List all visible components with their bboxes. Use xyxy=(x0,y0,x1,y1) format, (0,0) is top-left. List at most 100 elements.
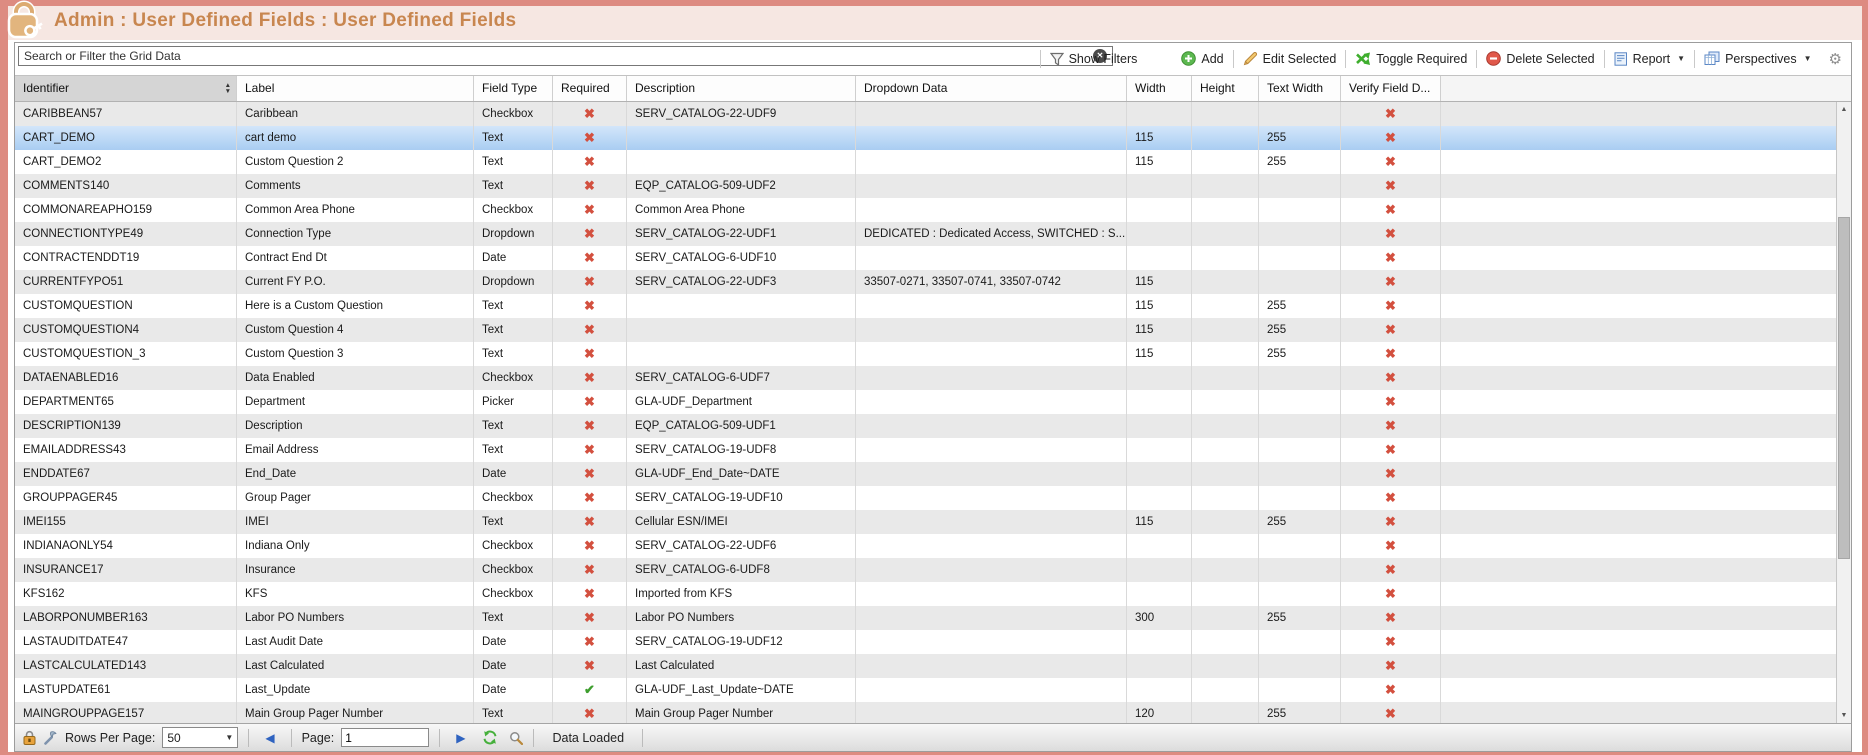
table-row[interactable]: KFS162KFSCheckbox✖Imported from KFS✖ xyxy=(15,582,1836,606)
cell-dropdown-data xyxy=(856,318,1127,342)
table-row[interactable]: MAINGROUPPAGE157Main Group Pager NumberT… xyxy=(15,702,1836,723)
cell-field-type: Checkbox xyxy=(474,366,553,390)
lock-icon[interactable] xyxy=(23,730,36,745)
cell-filler xyxy=(1441,294,1836,318)
refresh-icon[interactable] xyxy=(482,730,498,745)
vertical-scrollbar[interactable]: ▲ ▼ xyxy=(1836,102,1851,723)
cell-label: Email Address xyxy=(237,438,474,462)
cell-filler xyxy=(1441,582,1836,606)
search-input[interactable] xyxy=(18,46,1113,66)
scroll-down-icon[interactable]: ▼ xyxy=(1837,708,1851,723)
cell-required: ✖ xyxy=(553,510,627,534)
cell-width xyxy=(1127,654,1192,678)
x-icon: ✖ xyxy=(1385,298,1396,313)
cell-description: SERV_CATALOG-19-UDF10 xyxy=(627,486,856,510)
add-button[interactable]: Add xyxy=(1172,48,1232,70)
table-row[interactable]: INSURANCE17InsuranceCheckbox✖SERV_CATALO… xyxy=(15,558,1836,582)
toggle-required-button[interactable]: Toggle Required xyxy=(1346,48,1476,70)
scroll-up-icon[interactable]: ▲ xyxy=(1837,102,1851,117)
page-number-input[interactable] xyxy=(341,728,429,747)
delete-selected-button[interactable]: Delete Selected xyxy=(1477,48,1603,70)
table-row[interactable]: CARIBBEAN57CaribbeanCheckbox✖SERV_CATALO… xyxy=(15,102,1836,126)
column-header-label[interactable]: Label xyxy=(237,76,474,101)
table-row[interactable]: COMMONAREAPHO159Common Area PhoneCheckbo… xyxy=(15,198,1836,222)
column-header-identifier[interactable]: Identifier ▲▼ xyxy=(15,76,237,101)
cell-description: SERV_CATALOG-19-UDF12 xyxy=(627,630,856,654)
cell-identifier: CUSTOMQUESTION_3 xyxy=(15,342,237,366)
column-header-required[interactable]: Required xyxy=(553,76,627,101)
column-header-field-type[interactable]: Field Type xyxy=(474,76,553,101)
table-row[interactable]: CUSTOMQUESTION4Custom Question 4Text✖115… xyxy=(15,318,1836,342)
column-header-dropdown-data[interactable]: Dropdown Data xyxy=(856,76,1127,101)
table-row[interactable]: CUSTOMQUESTIONHere is a Custom QuestionT… xyxy=(15,294,1836,318)
frame-right xyxy=(1862,0,1868,755)
table-row[interactable]: CONTRACTENDDT19Contract End DtDate✖SERV_… xyxy=(15,246,1836,270)
column-header-height[interactable]: Height xyxy=(1192,76,1259,101)
table-row[interactable]: CART_DEMO2Custom Question 2Text✖115255✖ xyxy=(15,150,1836,174)
magnifier-icon[interactable] xyxy=(509,731,523,745)
table-row[interactable]: INDIANAONLY54Indiana OnlyCheckbox✖SERV_C… xyxy=(15,534,1836,558)
report-button[interactable]: Report ▼ xyxy=(1605,48,1694,70)
cell-height xyxy=(1192,198,1259,222)
column-header-width[interactable]: Width xyxy=(1127,76,1192,101)
wrench-icon[interactable] xyxy=(43,730,58,745)
cell-text-width xyxy=(1259,654,1341,678)
show-filters-label: Show Filters xyxy=(1069,52,1138,66)
perspectives-button[interactable]: Perspectives ▼ xyxy=(1695,48,1820,70)
table-row[interactable]: LABORPONUMBER163Labor PO NumbersText✖Lab… xyxy=(15,606,1836,630)
x-icon: ✖ xyxy=(584,154,595,169)
table-row[interactable]: EMAILADDRESS43Email AddressText✖SERV_CAT… xyxy=(15,438,1836,462)
table-row[interactable]: DATAENABLED16Data EnabledCheckbox✖SERV_C… xyxy=(15,366,1836,390)
table-row[interactable]: CART_DEMOcart demoText✖115255✖ xyxy=(15,126,1836,150)
cell-filler xyxy=(1441,462,1836,486)
scrollbar-thumb[interactable] xyxy=(1838,217,1850,559)
cell-height xyxy=(1192,582,1259,606)
table-row[interactable]: DEPARTMENT65DepartmentPicker✖GLA-UDF_Dep… xyxy=(15,390,1836,414)
rows-per-page-select[interactable]: 50 ▼ xyxy=(162,727,238,748)
column-header-description[interactable]: Description xyxy=(627,76,856,101)
settings-gear-icon[interactable]: ⚙ xyxy=(1829,50,1842,68)
cell-field-type: Date xyxy=(474,630,553,654)
previous-page-icon[interactable]: ◀ xyxy=(259,731,280,745)
table-row[interactable]: IMEI155IMEIText✖Cellular ESN/IMEI115255✖ xyxy=(15,510,1836,534)
cell-identifier: CURRENTFYPO51 xyxy=(15,270,237,294)
cell-verify: ✖ xyxy=(1341,462,1441,486)
cell-required: ✖ xyxy=(553,390,627,414)
cell-identifier: MAINGROUPPAGE157 xyxy=(15,702,237,723)
x-icon: ✖ xyxy=(584,106,595,121)
cell-height xyxy=(1192,654,1259,678)
cell-dropdown-data xyxy=(856,462,1127,486)
cell-filler xyxy=(1441,486,1836,510)
column-header-text-width[interactable]: Text Width xyxy=(1259,76,1341,101)
page-label: Page: xyxy=(302,731,335,745)
table-row[interactable]: LASTAUDITDATE47Last Audit DateDate✖SERV_… xyxy=(15,630,1836,654)
table-row[interactable]: CURRENTFYPO51Current FY P.O.Dropdown✖SER… xyxy=(15,270,1836,294)
next-page-icon[interactable]: ▶ xyxy=(450,731,471,745)
show-filters-button[interactable]: Show Filters xyxy=(1041,48,1147,70)
cell-label: Last_Update xyxy=(237,678,474,702)
x-icon: ✖ xyxy=(1385,682,1396,697)
cell-verify: ✖ xyxy=(1341,150,1441,174)
cell-label: Custom Question 3 xyxy=(237,342,474,366)
sort-icon: ▲▼ xyxy=(225,76,231,101)
cell-field-type: Text xyxy=(474,318,553,342)
cell-dropdown-data xyxy=(856,198,1127,222)
cell-field-type: Text xyxy=(474,414,553,438)
table-row[interactable]: DESCRIPTION139DescriptionText✖EQP_CATALO… xyxy=(15,414,1836,438)
table-row[interactable]: CUSTOMQUESTION_3Custom Question 3Text✖11… xyxy=(15,342,1836,366)
cell-filler xyxy=(1441,102,1836,126)
x-icon: ✖ xyxy=(1385,490,1396,505)
cell-filler xyxy=(1441,678,1836,702)
x-icon: ✖ xyxy=(584,490,595,505)
cell-filler xyxy=(1441,174,1836,198)
table-row[interactable]: GROUPPAGER45Group PagerCheckbox✖SERV_CAT… xyxy=(15,486,1836,510)
cell-label: Comments xyxy=(237,174,474,198)
column-header-verify-field-data[interactable]: Verify Field D... xyxy=(1341,76,1441,101)
table-row[interactable]: LASTCALCULATED143Last CalculatedDate✖Las… xyxy=(15,654,1836,678)
table-row[interactable]: ENDDATE67End_DateDate✖GLA-UDF_End_Date~D… xyxy=(15,462,1836,486)
edit-selected-button[interactable]: Edit Selected xyxy=(1234,48,1346,70)
x-icon: ✖ xyxy=(1385,418,1396,433)
table-row[interactable]: COMMENTS140CommentsText✖EQP_CATALOG-509-… xyxy=(15,174,1836,198)
table-row[interactable]: CONNECTIONTYPE49Connection TypeDropdown✖… xyxy=(15,222,1836,246)
table-row[interactable]: LASTUPDATE61Last_UpdateDate✔GLA-UDF_Last… xyxy=(15,678,1836,702)
